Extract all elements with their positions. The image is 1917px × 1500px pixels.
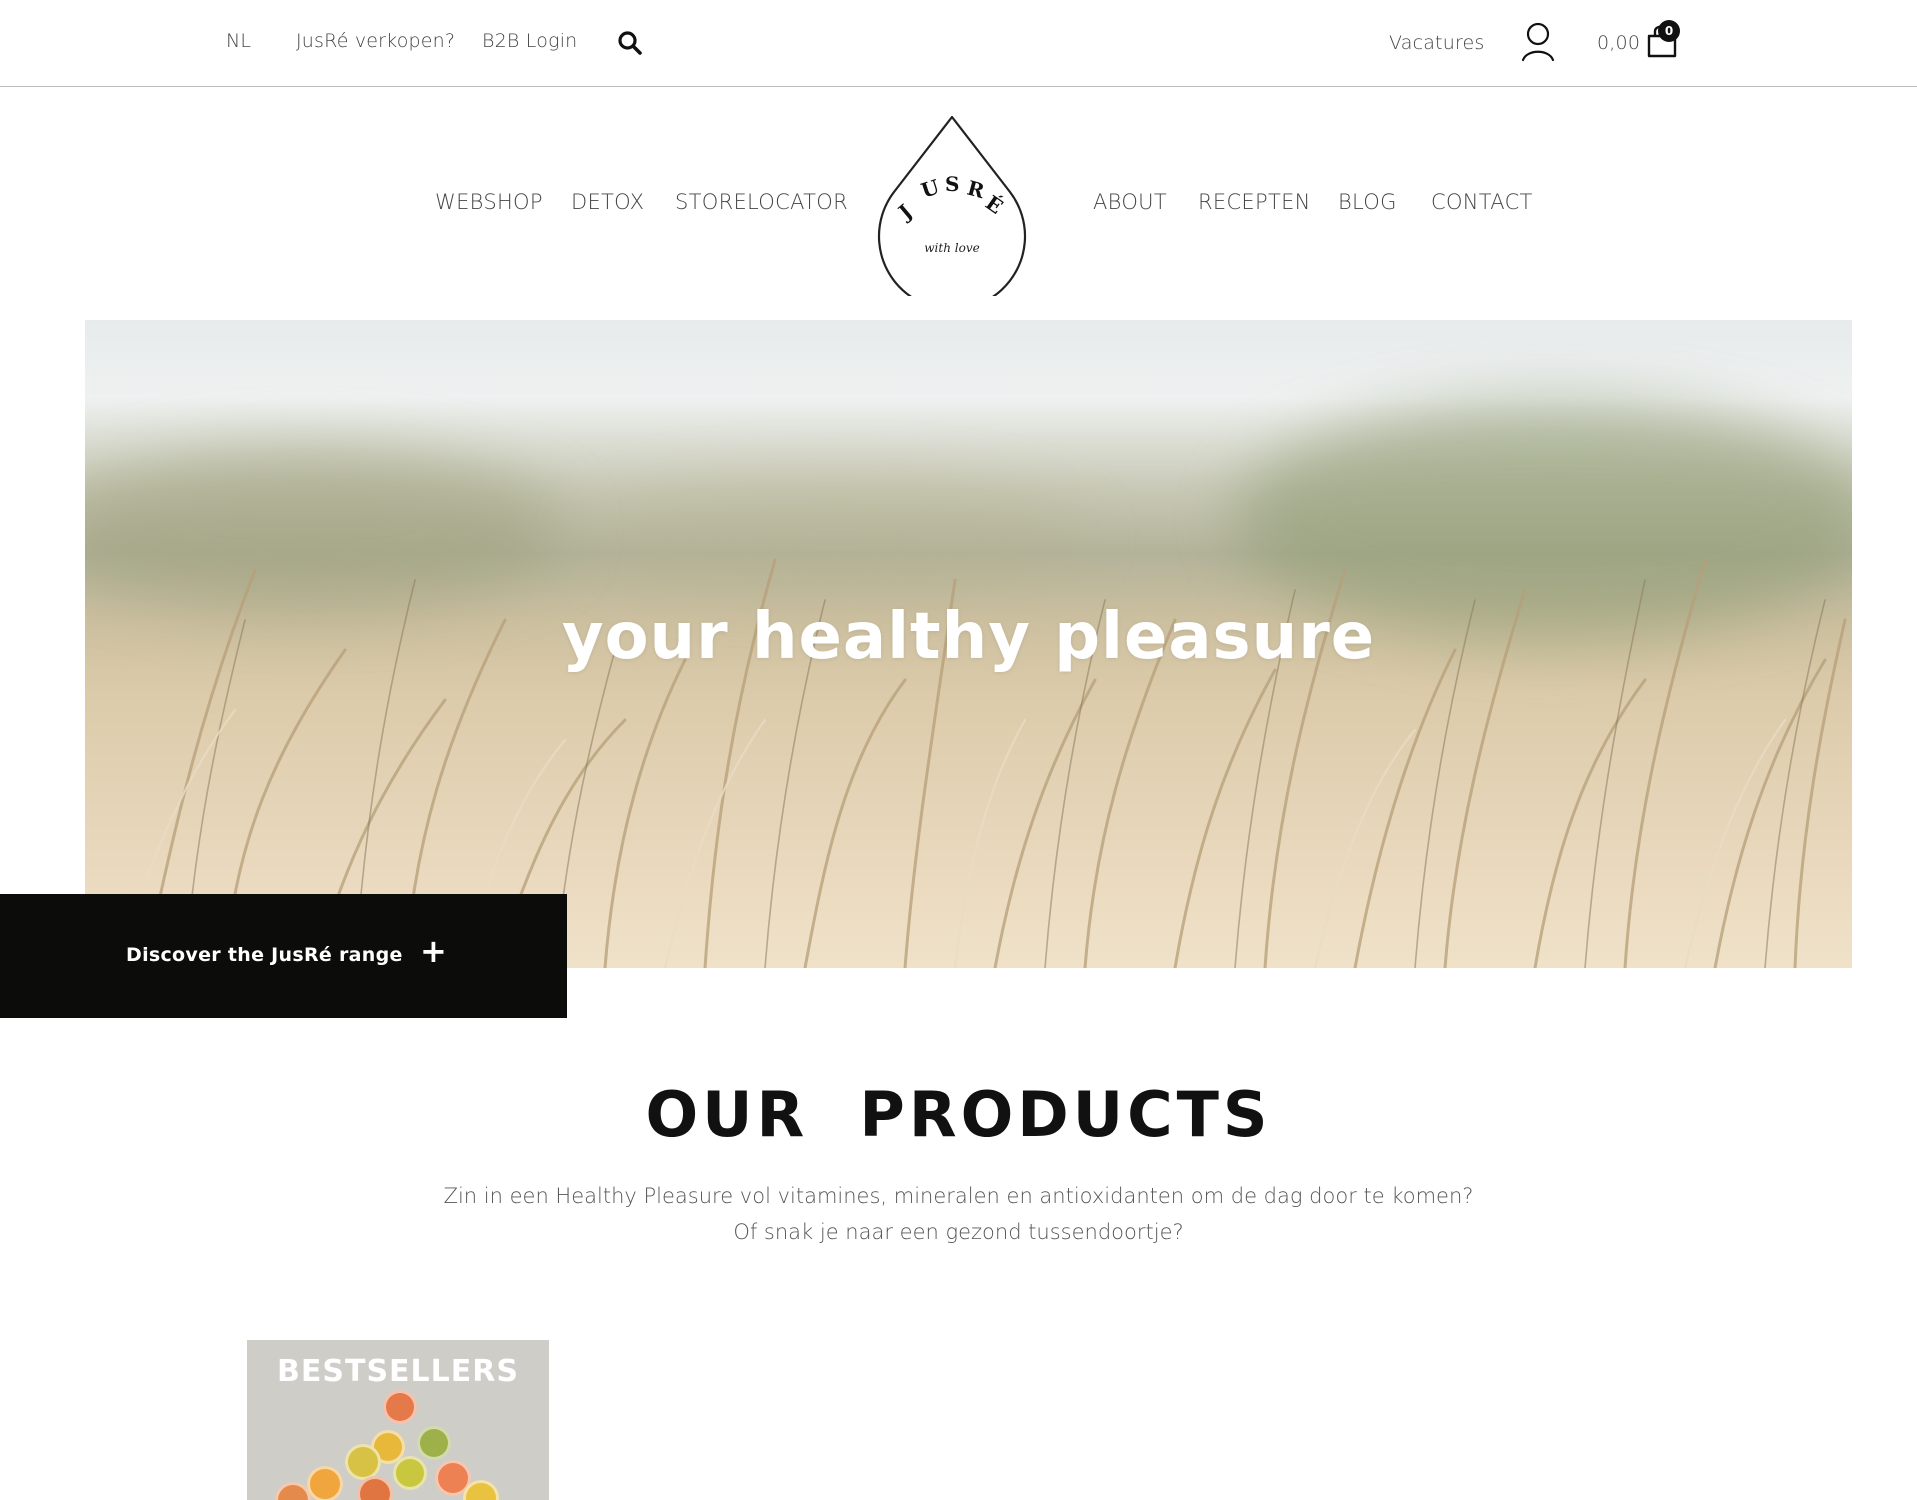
cart-total[interactable]: 0,00 bbox=[1597, 32, 1640, 54]
nav-contact[interactable]: CONTACT bbox=[1431, 190, 1533, 214]
hero-banner: your healthy pleasure bbox=[85, 320, 1852, 968]
nav-blog[interactable]: BLOG bbox=[1338, 190, 1397, 214]
product-jar bbox=[345, 1444, 381, 1480]
card-label: BESTSELLERS bbox=[277, 1354, 519, 1389]
nav-about[interactable]: ABOUT bbox=[1093, 190, 1167, 214]
plus-icon[interactable]: + bbox=[420, 932, 447, 970]
logo-tagline: with love bbox=[924, 241, 979, 255]
product-card-bestsellers[interactable]: BESTSELLERS bbox=[247, 1340, 549, 1500]
hero-title: your healthy pleasure bbox=[561, 600, 1376, 674]
jusre-logo[interactable]: J U S R É with love bbox=[876, 114, 1028, 296]
nav-detox[interactable]: DETOX bbox=[571, 190, 644, 214]
language-switch[interactable]: NL bbox=[226, 30, 251, 52]
products-description-line-1: Zin in een Healthy Pleasure vol vitamine… bbox=[443, 1184, 1474, 1208]
nav-webshop[interactable]: WEBSHOP bbox=[435, 190, 543, 214]
discover-range-label: Discover the JusRé range bbox=[126, 944, 403, 966]
user-icon[interactable] bbox=[1520, 22, 1556, 62]
sell-jusre-link[interactable]: JusRé verkopen? bbox=[296, 30, 455, 52]
search-icon[interactable] bbox=[617, 30, 643, 56]
top-bar: NL JusRé verkopen? B2B Login Vacatures 0… bbox=[0, 0, 1917, 87]
product-jar bbox=[275, 1482, 311, 1500]
products-description: Zin in een Healthy Pleasure vol vitamine… bbox=[0, 1178, 1917, 1250]
product-jar bbox=[307, 1466, 343, 1500]
discover-range-button[interactable]: Discover the JusRé range + bbox=[0, 894, 567, 1018]
nav-storelocator[interactable]: STORELOCATOR bbox=[675, 190, 848, 214]
product-jar bbox=[393, 1456, 427, 1490]
products-title: OUR PRODUCTS bbox=[645, 1078, 1272, 1151]
product-jar bbox=[383, 1390, 417, 1424]
nav-recepten[interactable]: RECEPTEN bbox=[1198, 190, 1311, 214]
vacatures-link[interactable]: Vacatures bbox=[1389, 32, 1485, 54]
b2b-login-link[interactable]: B2B Login bbox=[482, 30, 577, 52]
svg-text:S: S bbox=[945, 172, 959, 196]
product-jar bbox=[357, 1476, 393, 1500]
product-jar bbox=[417, 1426, 451, 1460]
products-description-line-2: Of snak je naar een gezond tussendoortje… bbox=[733, 1220, 1184, 1244]
cart-count-badge: 0 bbox=[1658, 20, 1680, 42]
